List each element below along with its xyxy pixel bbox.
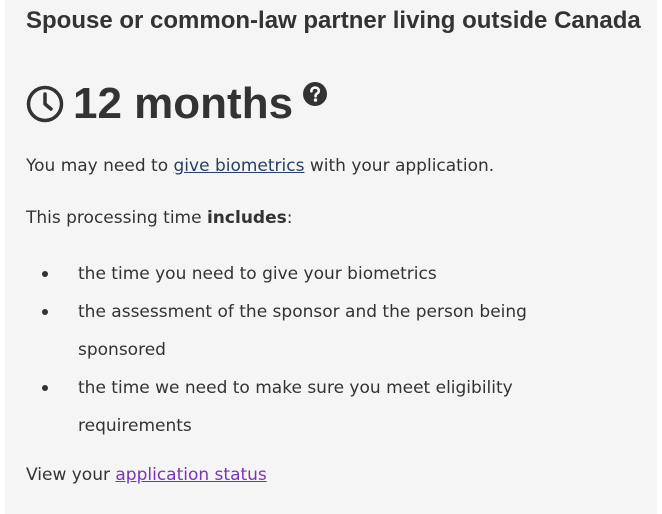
bullet-icon (42, 271, 48, 277)
status-note-before: View your (26, 465, 116, 485)
biometrics-note-before: You may need to (26, 156, 174, 176)
bullet-icon (42, 385, 48, 391)
includes-note-bold: includes (206, 208, 287, 228)
list-item: the assessment of the sponsor and the pe… (42, 293, 616, 369)
includes-note-before: This processing time (26, 208, 207, 228)
includes-note-after: : (286, 208, 293, 228)
processing-time-panel: Spouse or common-law partner living outs… (5, 0, 657, 514)
panel-heading: Spouse or common-law partner living outs… (26, 7, 641, 34)
includes-list: the time you need to give your biometric… (26, 255, 616, 445)
processing-time-value: 12 months (73, 79, 294, 128)
list-item: the time we need to make sure you meet e… (42, 369, 616, 445)
list-item-text: the time you need to give your biometric… (78, 264, 437, 284)
biometrics-note: You may need to give biometrics with you… (26, 154, 494, 178)
give-biometrics-link[interactable]: give biometrics (174, 156, 305, 176)
application-status-note: View your application status (26, 463, 267, 487)
list-item: the time you need to give your biometric… (42, 255, 616, 293)
clock-icon (25, 84, 65, 124)
list-item-text: the assessment of the sponsor and the pe… (78, 302, 527, 360)
application-status-link[interactable]: application status (115, 465, 266, 485)
processing-time-row: 12 months (25, 78, 328, 130)
list-item-text: the time we need to make sure you meet e… (78, 378, 513, 436)
bullet-icon (42, 309, 48, 315)
question-circle-icon[interactable] (303, 82, 328, 106)
biometrics-note-after: with your application. (304, 156, 495, 176)
includes-note: This processing time includes: (26, 206, 292, 230)
